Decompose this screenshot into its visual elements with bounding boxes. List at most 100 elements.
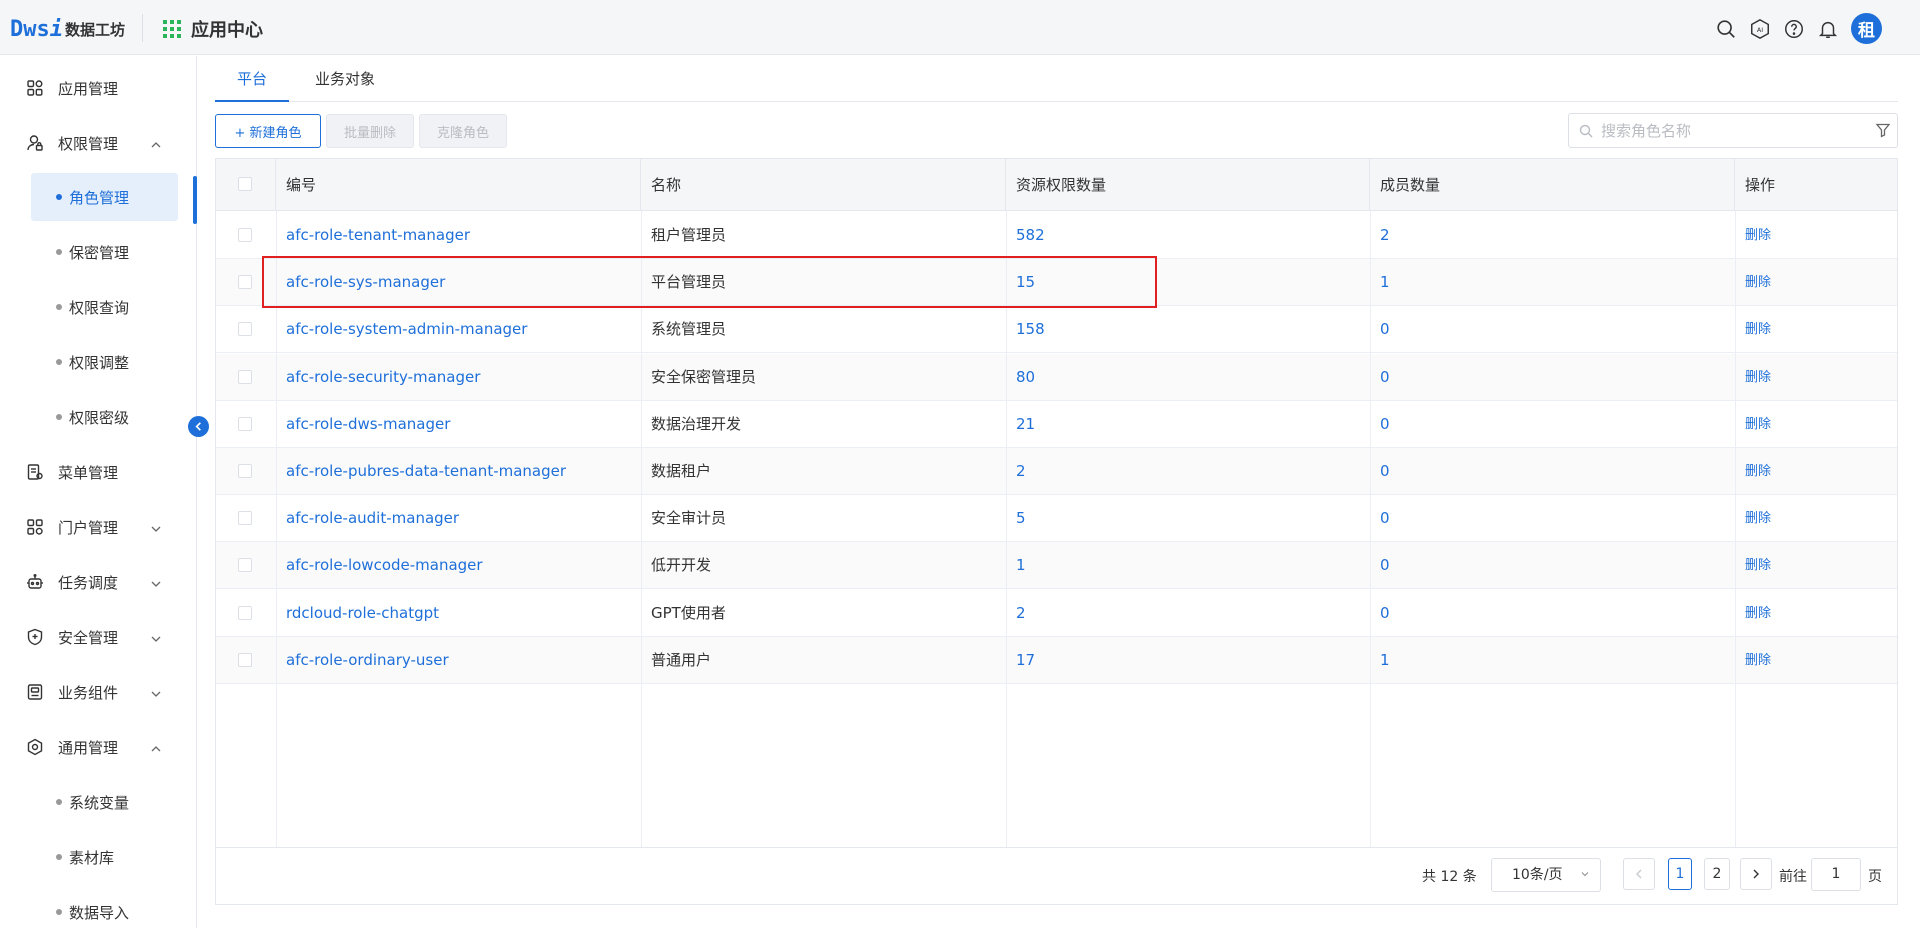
row-checkbox[interactable] [238, 464, 252, 478]
sidebar-item-label: 素材库 [69, 848, 115, 867]
row-checkbox[interactable] [238, 228, 252, 242]
dwsi-logo[interactable]: Dwsi 数据工坊 [10, 14, 125, 44]
new-role-button[interactable]: + 新建角色 [215, 114, 321, 148]
member-count-link[interactable]: 0 [1370, 306, 1390, 353]
delete-button[interactable]: 删除 [1735, 306, 1771, 353]
tab-business-object[interactable]: 业务对象 [295, 56, 395, 102]
sidebar-item-app-management[interactable]: 应用管理 [0, 64, 196, 112]
row-checkbox[interactable] [238, 511, 252, 526]
role-code-link[interactable]: afc-role-audit-manager [276, 495, 459, 542]
delete-button[interactable]: 删除 [1735, 354, 1771, 401]
resource-count-link[interactable]: 2 [1006, 448, 1026, 495]
resource-count-link[interactable]: 1 [1006, 542, 1026, 589]
column-header-members[interactable]: 成员数量 [1370, 159, 1735, 211]
sidebar-item-data-import[interactable]: 数据导入 [31, 888, 178, 928]
delete-button[interactable]: 删除 [1735, 590, 1771, 637]
sidebar-item-business-components[interactable]: 业务组件 [0, 668, 196, 716]
role-code-link[interactable]: afc-role-ordinary-user [276, 637, 449, 684]
row-checkbox[interactable] [238, 605, 252, 620]
sidebar-item-label: 权限查询 [69, 298, 130, 317]
role-search-box[interactable] [1568, 113, 1898, 148]
delete-button[interactable]: 删除 [1735, 401, 1771, 448]
delete-button[interactable]: 删除 [1735, 212, 1771, 259]
row-checkbox[interactable] [238, 652, 252, 667]
role-code-link[interactable]: afc-role-lowcode-manager [276, 542, 483, 589]
tab-platform[interactable]: 平台 [215, 56, 289, 102]
search-icon[interactable] [1712, 15, 1740, 43]
delete-button[interactable]: 删除 [1735, 495, 1771, 542]
member-count-link[interactable]: 0 [1370, 495, 1390, 542]
role-code-link[interactable]: afc-role-pubres-data-tenant-manager [276, 448, 566, 495]
column-header-code[interactable]: 编号 [276, 159, 641, 211]
sidebar-item-task-scheduling[interactable]: 任务调度 [0, 558, 196, 606]
member-count-link[interactable]: 1 [1370, 259, 1390, 306]
sidebar-item-secrecy-management[interactable]: 保密管理 [31, 228, 178, 276]
sidebar-item-permission-query[interactable]: 权限查询 [31, 283, 178, 331]
clone-role-button[interactable]: 克隆角色 [419, 114, 507, 148]
row-checkbox[interactable] [238, 416, 252, 431]
sidebar-item-permission-adjust[interactable]: 权限调整 [31, 338, 178, 386]
sidebar-item-general-management[interactable]: 通用管理 [0, 723, 196, 771]
batch-delete-button[interactable]: 批量删除 [326, 114, 414, 148]
sidebar-item-portal-management[interactable]: 门户管理 [0, 503, 196, 551]
sidebar-item-permission-level[interactable]: 权限密级 [31, 393, 178, 441]
page-button-2[interactable]: 2 [1704, 858, 1730, 890]
delete-button[interactable]: 删除 [1735, 637, 1771, 684]
sidebar-item-role-management[interactable]: 角色管理 [31, 173, 178, 221]
column-header-resources[interactable]: 资源权限数量 [1006, 159, 1370, 211]
prev-page-button[interactable] [1623, 858, 1655, 890]
member-count-link[interactable]: 0 [1370, 448, 1390, 495]
role-code-link[interactable]: afc-role-tenant-manager [276, 212, 470, 259]
select-all-checkbox[interactable] [238, 177, 252, 191]
delete-button[interactable]: 删除 [1735, 542, 1771, 589]
chevron-up-icon [150, 137, 162, 149]
member-count-link[interactable]: 0 [1370, 401, 1390, 448]
row-checkbox[interactable] [238, 369, 252, 384]
page-button-1[interactable]: 1 [1668, 858, 1692, 890]
app-center-button[interactable]: 应用中心 [163, 14, 263, 44]
search-input[interactable] [1601, 120, 1851, 142]
sidebar-item-security-management[interactable]: 安全管理 [0, 613, 196, 661]
goto-page-input[interactable]: 1 [1811, 858, 1861, 891]
tab-bar: 平台 业务对象 [215, 56, 1898, 102]
sidebar-item-permission-management[interactable]: 权限管理 [0, 119, 196, 167]
sidebar-collapse-button[interactable] [188, 416, 209, 437]
resource-count-link[interactable]: 15 [1006, 259, 1035, 306]
role-code-link[interactable]: afc-role-sys-manager [276, 259, 445, 306]
filter-icon[interactable] [1875, 122, 1891, 138]
row-checkbox[interactable] [238, 558, 252, 573]
resource-count-link[interactable]: 5 [1006, 495, 1026, 542]
row-checkbox[interactable] [238, 322, 252, 337]
member-count-link[interactable]: 2 [1370, 212, 1390, 259]
resource-count-link[interactable]: 80 [1006, 354, 1035, 401]
row-checkbox[interactable] [238, 275, 252, 290]
member-count-link[interactable]: 0 [1370, 590, 1390, 637]
column-header-name[interactable]: 名称 [641, 159, 1006, 211]
role-code-link[interactable]: afc-role-dws-manager [276, 401, 450, 448]
role-code-link[interactable]: afc-role-security-manager [276, 354, 480, 401]
next-page-button[interactable] [1740, 858, 1772, 890]
sidebar-item-material-library[interactable]: 素材库 [31, 833, 178, 881]
header-divider [142, 14, 143, 42]
resource-count-link[interactable]: 21 [1006, 401, 1035, 448]
member-count-link[interactable]: 1 [1370, 637, 1390, 684]
resource-count-link[interactable]: 158 [1006, 306, 1045, 353]
resource-count-link[interactable]: 582 [1006, 212, 1045, 259]
role-code-link[interactable]: afc-role-system-admin-manager [276, 306, 527, 353]
delete-button[interactable]: 删除 [1735, 448, 1771, 495]
avatar[interactable]: 租 [1851, 13, 1882, 44]
resource-count-link[interactable]: 2 [1006, 590, 1026, 637]
sidebar-item-menu-management[interactable]: 菜单管理 [0, 448, 196, 496]
ai-icon[interactable]: AI [1746, 15, 1774, 43]
page-size-select[interactable]: 10条/页 [1491, 858, 1601, 892]
bullet-dot [56, 249, 62, 255]
resource-count-link[interactable]: 17 [1006, 637, 1035, 684]
delete-button[interactable]: 删除 [1735, 259, 1771, 306]
member-count-link[interactable]: 0 [1370, 542, 1390, 589]
bell-icon[interactable] [1814, 15, 1842, 43]
member-count-link[interactable]: 0 [1370, 354, 1390, 401]
help-icon[interactable] [1780, 15, 1808, 43]
chevron-down-icon [150, 576, 162, 588]
sidebar-item-system-variables[interactable]: 系统变量 [31, 778, 178, 826]
role-code-link[interactable]: rdcloud-role-chatgpt [276, 590, 439, 637]
